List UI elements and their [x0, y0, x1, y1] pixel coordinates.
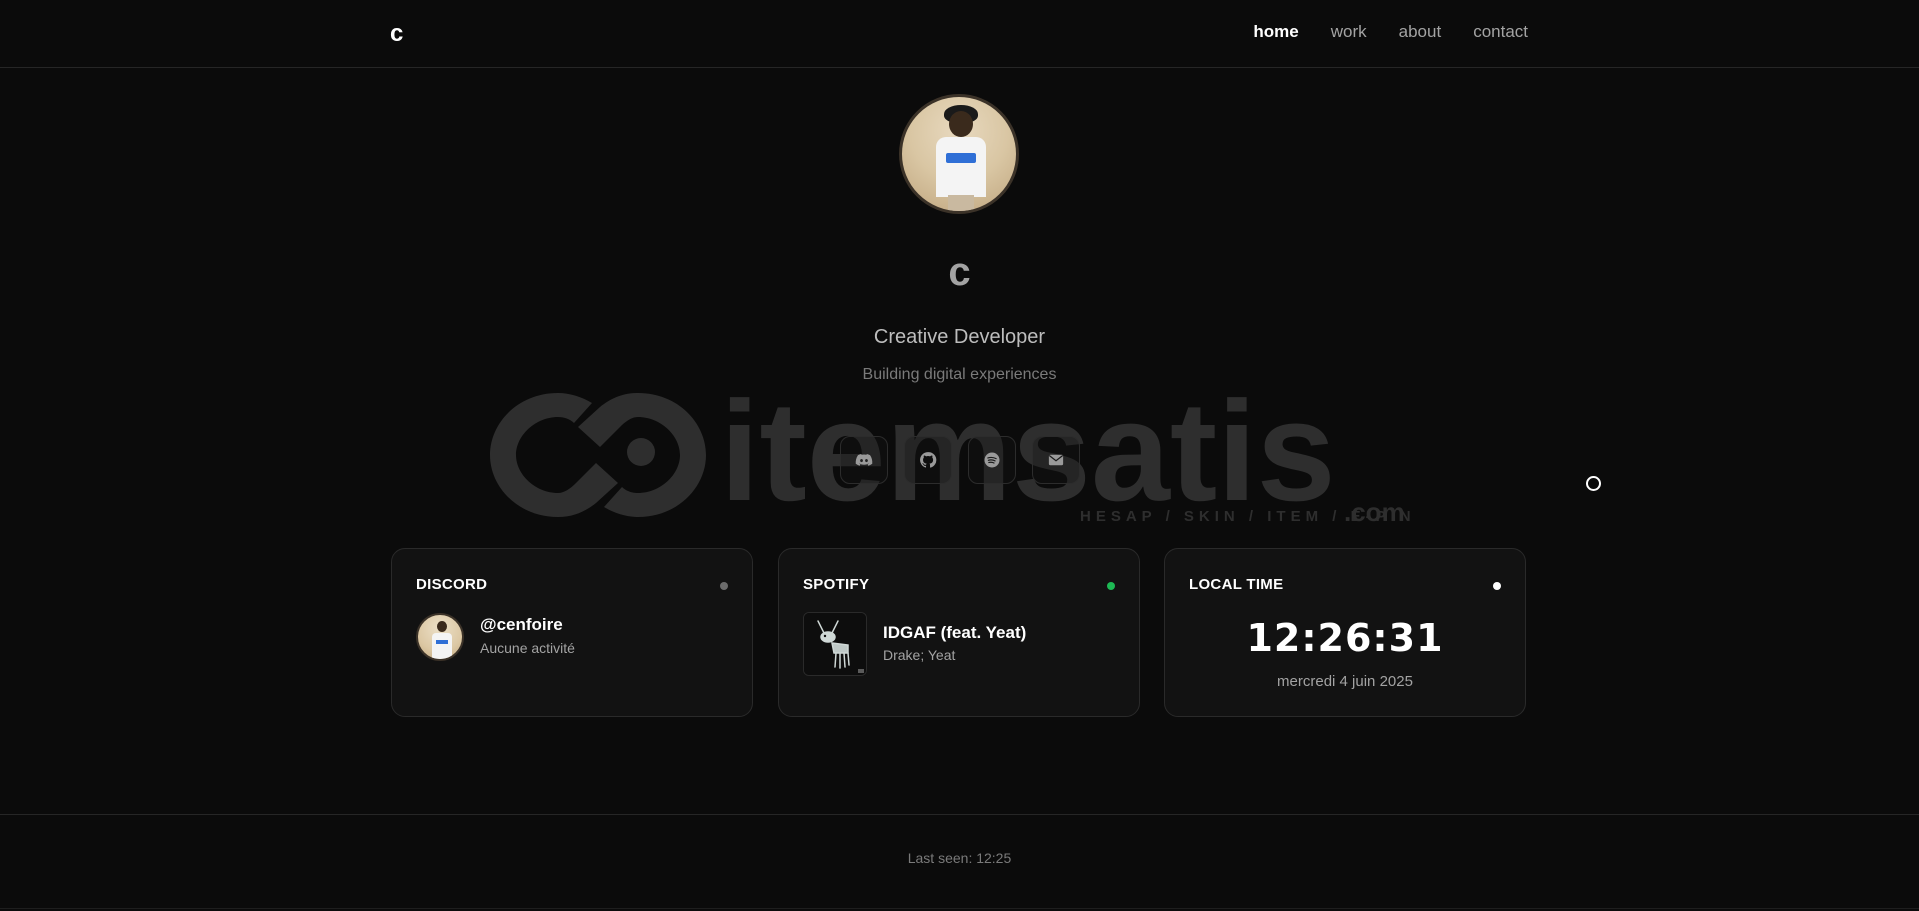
- last-seen-text: Last seen: 12:25: [907, 850, 1012, 866]
- github-icon: [920, 452, 937, 468]
- spotify-card: SPOTIFY IDGAF (feat. Yeat) Drake; Yeat: [778, 548, 1140, 717]
- clock-date: mercredi 4 juin 2025: [1277, 673, 1413, 690]
- nav-contact[interactable]: contact: [1473, 22, 1528, 42]
- discord-icon: [855, 454, 873, 466]
- github-link[interactable]: [904, 436, 952, 484]
- bottom-divider: [0, 908, 1919, 909]
- watermark-com: .com: [1344, 497, 1405, 525]
- site-logo[interactable]: c: [390, 20, 403, 48]
- profile-avatar: [899, 94, 1019, 214]
- album-cover-image: [804, 613, 866, 675]
- discord-card-title: DISCORD: [416, 576, 488, 593]
- track-artist: Drake; Yeat: [883, 647, 956, 663]
- profile-tagline: Building digital experiences: [862, 366, 1057, 383]
- spotify-status-dot: [1107, 582, 1115, 590]
- local-time-card-title: LOCAL TIME: [1189, 576, 1284, 593]
- album-art[interactable]: [803, 612, 867, 676]
- mail-icon: [1048, 454, 1064, 466]
- track-title[interactable]: IDGAF (feat. Yeat): [883, 623, 1026, 643]
- local-time-card: LOCAL TIME 12:26:31 mercredi 4 juin 2025: [1164, 548, 1526, 717]
- social-links: [840, 436, 1080, 484]
- discord-activity: Aucune activité: [480, 640, 575, 656]
- spotify-link[interactable]: [968, 436, 1016, 484]
- discord-status-dot: [720, 582, 728, 590]
- spotify-icon: [984, 452, 1000, 468]
- email-link[interactable]: [1032, 436, 1080, 484]
- footer: Last seen: 12:25: [0, 814, 1919, 911]
- clock-display: 12:26:31: [1246, 616, 1444, 660]
- page: c home work about contact c Creative Dev…: [0, 0, 1919, 911]
- nav-about[interactable]: about: [1399, 22, 1442, 42]
- watermark-sub: HESAP / SKIN / ITEM / E-PIN: [1080, 508, 1416, 525]
- spotify-card-title: SPOTIFY: [803, 576, 870, 593]
- profile-role: Creative Developer: [873, 326, 1046, 348]
- discord-card: DISCORD @cenfoire Aucune activité: [391, 548, 753, 717]
- discord-avatar: [416, 613, 464, 661]
- profile-name: c: [948, 250, 971, 294]
- time-status-dot: [1493, 582, 1501, 590]
- discord-username[interactable]: @cenfoire: [480, 615, 563, 635]
- nav-work[interactable]: work: [1331, 22, 1367, 42]
- main-nav: home work about contact: [1253, 22, 1528, 42]
- top-navbar: c home work about contact: [0, 0, 1919, 68]
- discord-link[interactable]: [840, 436, 888, 484]
- cursor-indicator: [1586, 476, 1601, 491]
- nav-home[interactable]: home: [1253, 22, 1298, 42]
